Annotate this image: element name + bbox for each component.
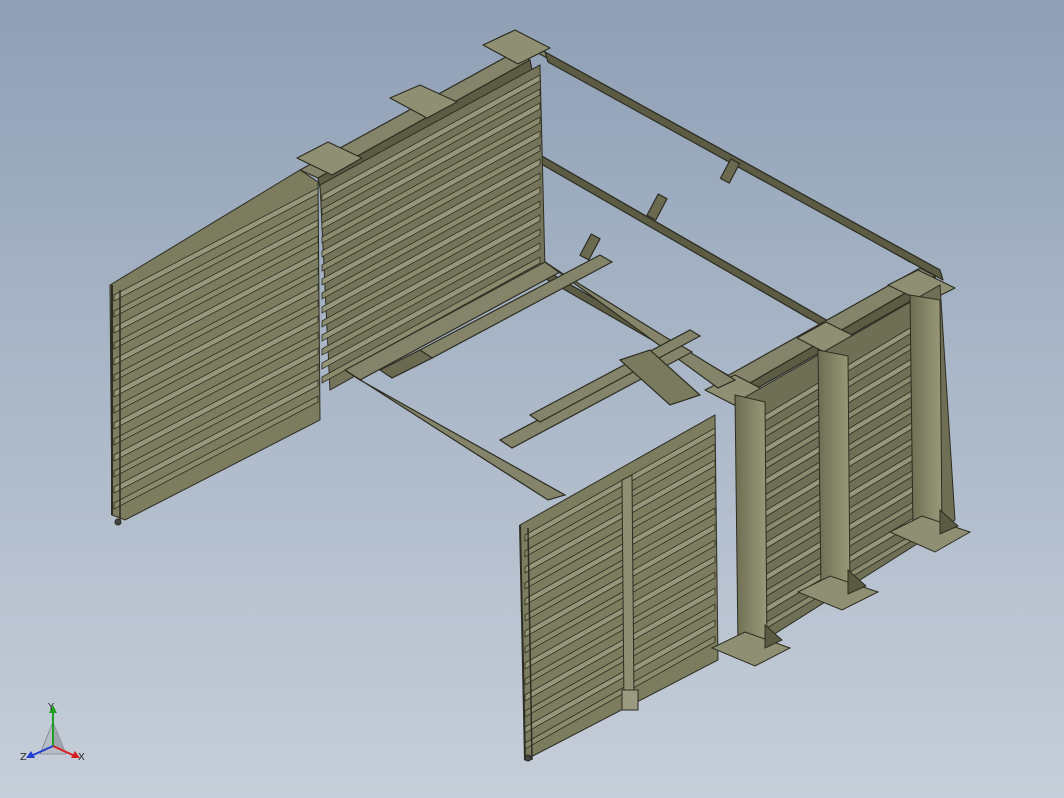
orientation-triad: Y X Z — [20, 702, 85, 763]
right-rack — [710, 284, 972, 667]
x-axis-label: X — [78, 752, 85, 763]
y-axis-label: Y — [47, 702, 55, 713]
z-axis-label: Z — [20, 752, 27, 763]
front-drawer-panel — [519, 414, 719, 762]
cad-model-sheet-rack[interactable] — [0, 0, 1064, 798]
left-drawer-panel — [109, 169, 321, 526]
graphics-viewport[interactable]: Y X Z — [0, 0, 1064, 798]
